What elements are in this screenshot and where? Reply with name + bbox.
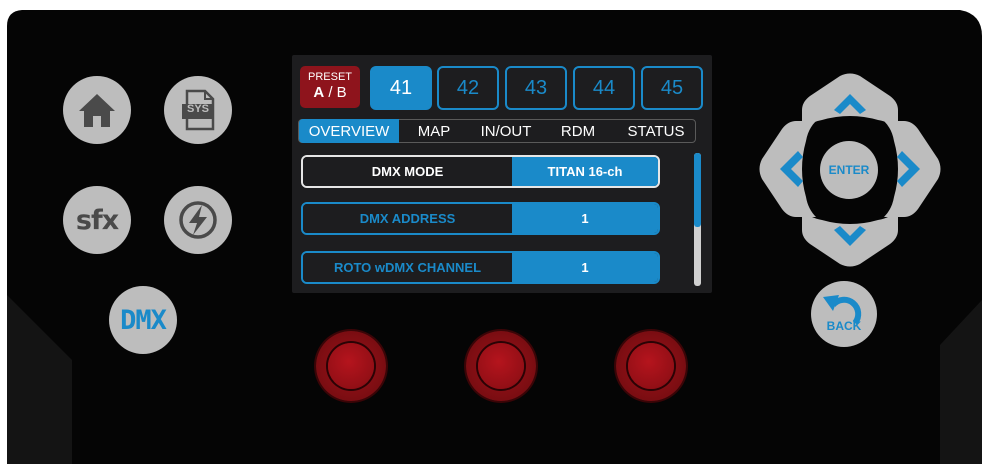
back-button[interactable]: BACK xyxy=(811,281,877,347)
home-icon xyxy=(79,94,115,127)
scrollbar-thumb[interactable] xyxy=(694,153,701,227)
encoder-knob-2[interactable] xyxy=(466,331,536,401)
effects-button[interactable] xyxy=(164,186,232,254)
preset-tab-41[interactable]: 41 xyxy=(370,66,432,110)
row-roto-wdmx-channel[interactable]: ROTO wDMX CHANNEL 1 xyxy=(301,251,660,284)
sfx-button[interactable]: sfx xyxy=(63,186,131,254)
row-label: DMX ADDRESS xyxy=(303,204,512,233)
encoder-knob-3[interactable] xyxy=(616,331,686,401)
tab-status[interactable]: STATUS xyxy=(620,119,692,143)
back-label: BACK xyxy=(826,319,862,333)
tab-rdm[interactable]: RDM xyxy=(553,119,603,143)
preset-tab-45[interactable]: 45 xyxy=(641,66,703,110)
sfx-label: sfx xyxy=(75,204,119,236)
encoder-knob-1[interactable] xyxy=(316,331,386,401)
row-label: ROTO wDMX CHANNEL xyxy=(303,253,512,282)
row-value: 1 xyxy=(512,253,658,282)
left-button[interactable] xyxy=(758,117,820,221)
preset-title: PRESET xyxy=(307,71,352,83)
tab-overview[interactable]: OVERVIEW xyxy=(299,119,399,143)
sys-label: SYS xyxy=(186,103,209,115)
dmx-button[interactable]: DMX xyxy=(109,286,177,354)
row-label: DMX MODE xyxy=(303,157,512,186)
undo-arrow-icon xyxy=(823,295,862,325)
right-button[interactable] xyxy=(880,117,942,221)
preset-tab-44[interactable]: 44 xyxy=(573,66,635,110)
row-value: TITAN 16-ch xyxy=(512,157,658,186)
lightning-icon xyxy=(179,201,217,239)
tab-in-out[interactable]: IN/OUT xyxy=(476,119,536,143)
preset-tab-42[interactable]: 42 xyxy=(437,66,499,110)
row-dmx-mode[interactable]: DMX MODE TITAN 16-ch xyxy=(301,155,660,188)
home-button[interactable] xyxy=(63,76,131,144)
preset-tab-43[interactable]: 43 xyxy=(505,66,567,110)
enter-button[interactable]: ENTER xyxy=(820,141,878,199)
preset-ab-label: A / B xyxy=(313,84,347,101)
row-value: 1 xyxy=(512,204,658,233)
row-dmx-address[interactable]: DMX ADDRESS 1 xyxy=(301,202,660,235)
sys-button[interactable]: SYS xyxy=(164,76,232,144)
dmx-label: DMX xyxy=(120,304,167,336)
preset-ab-toggle[interactable]: PRESET A / B xyxy=(300,66,360,108)
tab-map[interactable]: MAP xyxy=(409,119,459,143)
